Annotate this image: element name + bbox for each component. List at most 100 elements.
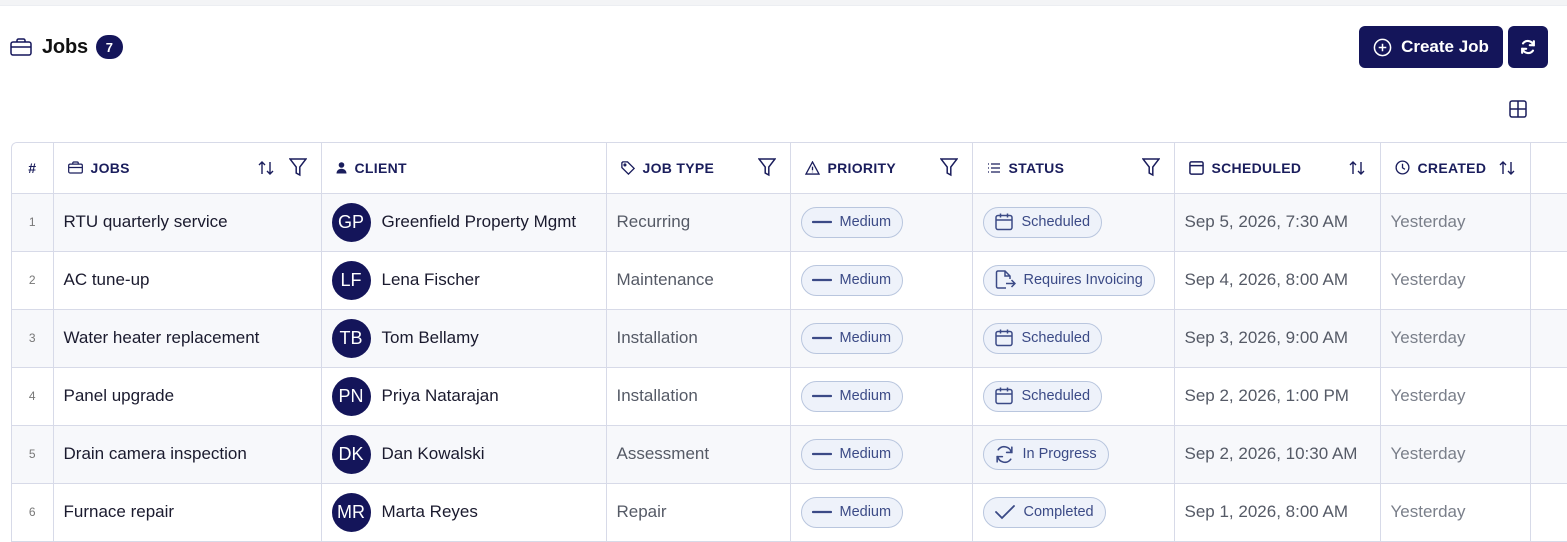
status-cell: Completed — [972, 483, 1175, 542]
dash-icon — [811, 510, 832, 514]
created-date: Yesterday — [1380, 251, 1531, 310]
sort-icon[interactable] — [1498, 159, 1516, 177]
job-title[interactable]: Drain camera inspection — [53, 425, 322, 484]
col-label-scheduled: SCHEDULED — [1211, 159, 1302, 176]
calendar-icon — [994, 212, 1014, 232]
priority-cell: Medium — [790, 367, 973, 426]
col-header-status[interactable]: STATUS — [972, 143, 1175, 194]
filter-icon[interactable] — [757, 158, 776, 177]
sort-icon[interactable] — [257, 159, 275, 177]
col-header-created[interactable]: CREATED — [1380, 143, 1531, 194]
priority-badge: Medium — [800, 322, 904, 354]
client-name: Greenfield Property Mgmt — [381, 212, 577, 231]
col-header-priority[interactable]: PRIORITY — [790, 143, 973, 194]
dash-icon — [811, 394, 832, 398]
check-icon — [994, 503, 1016, 521]
col-header-job-type[interactable]: JOB TYPE — [606, 143, 791, 194]
client-name: Tom Bellamy — [381, 328, 479, 347]
col-header-scheduled[interactable]: SCHEDULED — [1174, 143, 1381, 194]
avatar: LF — [331, 260, 371, 300]
col-header-jobs[interactable]: JOBS — [53, 143, 322, 194]
tag-icon — [620, 160, 635, 175]
avatar: TB — [331, 318, 371, 358]
row-number: 6 — [12, 483, 54, 542]
status-badge: In Progress — [982, 438, 1109, 470]
invoice-icon — [994, 270, 1016, 290]
job-title[interactable]: Water heater replacement — [53, 309, 322, 368]
table-row[interactable]: 4 Panel upgrade PN Priya Natarajan Insta… — [12, 367, 1567, 426]
filter-icon[interactable] — [939, 158, 958, 177]
scheduled-date: Sep 2, 2026, 1:00 PM — [1174, 367, 1381, 426]
scheduled-date: Sep 3, 2026, 9:00 AM — [1174, 309, 1381, 368]
client-cell[interactable]: PN Priya Natarajan — [321, 367, 607, 426]
table-row[interactable]: 2 AC tune-up LF Lena Fischer Maintenance… — [12, 251, 1567, 310]
client-name: Priya Natarajan — [381, 386, 499, 405]
job-title[interactable]: RTU quarterly service — [53, 193, 322, 252]
priority-badge: Medium — [800, 380, 904, 412]
table-row[interactable]: 1 RTU quarterly service GP Greenfield Pr… — [12, 193, 1567, 252]
row-number: 4 — [12, 367, 54, 426]
person-icon — [336, 161, 347, 174]
refresh-icon — [1519, 38, 1537, 56]
job-title[interactable]: AC tune-up — [53, 251, 322, 310]
create-job-button[interactable]: Create Job — [1359, 26, 1503, 68]
refresh-button[interactable] — [1508, 26, 1548, 68]
overflow-cell — [1530, 425, 1567, 484]
col-label-created: CREATED — [1417, 159, 1487, 176]
col-label-status: STATUS — [1008, 159, 1065, 176]
dash-icon — [811, 452, 832, 456]
jobs-table: # JOBS CLIENT JOB TYPE PRIORITY STATUS S… — [11, 142, 1567, 542]
col-label-jobs: JOBS — [90, 159, 130, 176]
job-type: Installation — [606, 367, 791, 426]
avatar: PN — [331, 376, 371, 416]
client-name: Dan Kowalski — [381, 444, 485, 463]
clock-icon — [1394, 160, 1410, 175]
list-icon — [987, 162, 1001, 174]
table-row[interactable]: 6 Furnace repair MR Marta Reyes Repair M… — [12, 483, 1567, 542]
client-cell[interactable]: GP Greenfield Property Mgmt — [321, 193, 607, 252]
priority-badge: Medium — [800, 206, 904, 238]
briefcase-icon — [10, 37, 34, 57]
filter-icon[interactable] — [1141, 158, 1160, 177]
col-header-number: # — [12, 143, 54, 194]
priority-badge: Medium — [800, 438, 904, 470]
client-cell[interactable]: DK Dan Kowalski — [321, 425, 607, 484]
client-cell[interactable]: TB Tom Bellamy — [321, 309, 607, 368]
table-row[interactable]: 3 Water heater replacement TB Tom Bellam… — [12, 309, 1567, 368]
job-title[interactable]: Furnace repair — [53, 483, 322, 542]
status-cell: Scheduled — [972, 309, 1175, 368]
jobs-count-badge: 7 — [95, 35, 123, 59]
status-cell: Scheduled — [972, 193, 1175, 252]
top-divider — [0, 0, 1567, 6]
overflow-cell — [1530, 483, 1567, 542]
column-layout-button[interactable] — [1508, 99, 1528, 119]
create-job-label: Create Job — [1401, 37, 1489, 56]
col-label-job-type: JOB TYPE — [642, 159, 715, 176]
plus-circle-icon — [1373, 38, 1392, 57]
dash-icon — [811, 336, 832, 340]
scheduled-date: Sep 1, 2026, 8:00 AM — [1174, 483, 1381, 542]
priority-cell: Medium — [790, 483, 973, 542]
avatar: DK — [331, 434, 371, 474]
calendar-icon — [994, 386, 1014, 406]
scheduled-date: Sep 2, 2026, 10:30 AM — [1174, 425, 1381, 484]
status-badge: Scheduled — [982, 206, 1103, 238]
avatar: GP — [331, 202, 371, 242]
table-row[interactable]: 5 Drain camera inspection DK Dan Kowalsk… — [12, 425, 1567, 484]
scheduled-date: Sep 5, 2026, 7:30 AM — [1174, 193, 1381, 252]
col-header-client[interactable]: CLIENT — [321, 143, 607, 194]
status-cell: Scheduled — [972, 367, 1175, 426]
table-header-row: # JOBS CLIENT JOB TYPE PRIORITY STATUS S… — [12, 143, 1567, 194]
sort-icon[interactable] — [1348, 159, 1366, 177]
client-cell[interactable]: MR Marta Reyes — [321, 483, 607, 542]
overflow-cell — [1530, 309, 1567, 368]
job-title[interactable]: Panel upgrade — [53, 367, 322, 426]
priority-cell: Medium — [790, 251, 973, 310]
status-badge: Scheduled — [982, 380, 1103, 412]
overflow-cell — [1530, 251, 1567, 310]
col-label-client: CLIENT — [354, 159, 407, 176]
filter-icon[interactable] — [288, 158, 307, 177]
warning-icon — [804, 160, 820, 175]
client-cell[interactable]: LF Lena Fischer — [321, 251, 607, 310]
priority-cell: Medium — [790, 193, 973, 252]
